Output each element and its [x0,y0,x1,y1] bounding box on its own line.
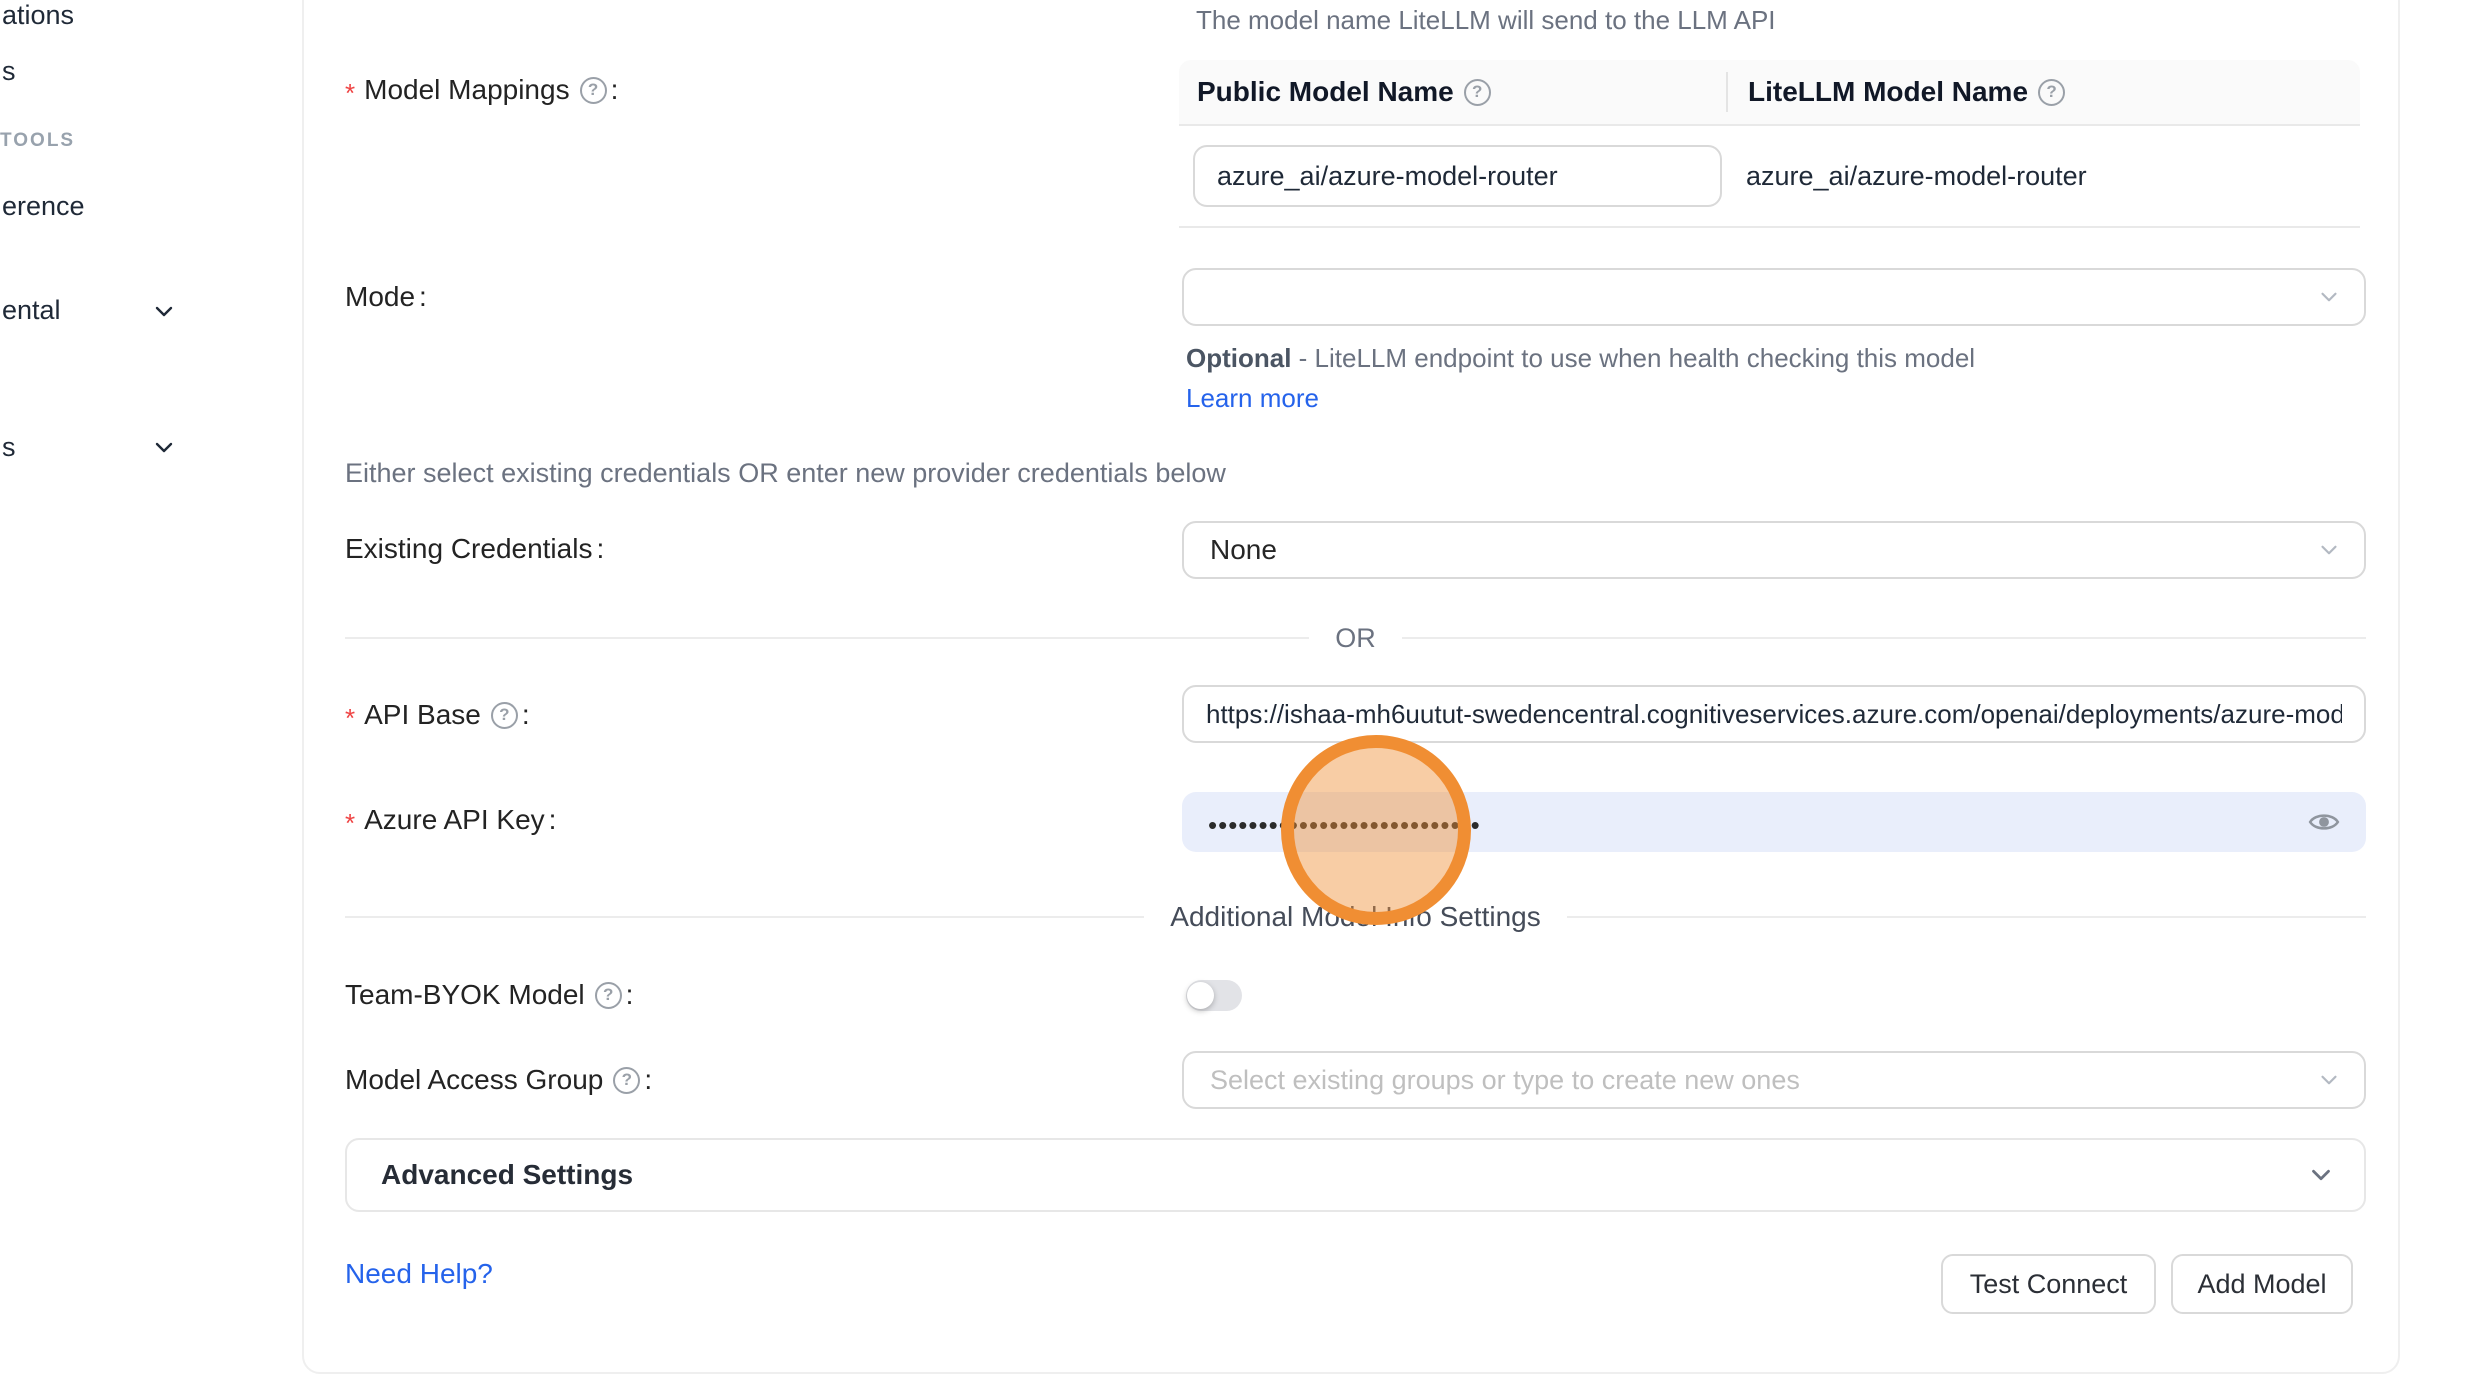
azure-api-key-label: * Azure API Key : [345,798,556,842]
sidebar-item-label: s [2,56,16,87]
credentials-note: Either select existing credentials OR en… [345,458,1226,489]
required-asterisk: * [345,802,355,839]
sidebar-item-label: s [2,432,16,463]
existing-credentials-select[interactable]: None [1182,521,2366,579]
model-mappings-label: * Model Mappings ? : [345,68,618,112]
password-masked-value: ••••••••••••••••••••••••••• [1208,804,1481,841]
chevron-down-icon [2316,537,2342,563]
test-connect-button[interactable]: Test Connect [1941,1254,2156,1314]
select-placeholder: Select existing groups or type to create… [1210,1065,1800,1096]
sidebar-item-settings[interactable]: s [2,432,16,463]
chevron-down-icon [2316,1067,2342,1093]
mode-help-text: Optional - LiteLLM endpoint to use when … [1186,338,2001,418]
question-circle-icon[interactable]: ? [491,702,518,729]
additional-settings-divider: Additional Model Info Settings [345,901,2366,933]
litellm-model-name-value: azure_ai/azure-model-router [1726,161,2360,192]
add-model-page: ations s TOOLS erence ental s The model … [0,0,2477,1385]
existing-credentials-label: Existing Credentials : [345,527,604,571]
sidebar-item-organizations[interactable]: ations [2,0,74,31]
model-access-group-label: Model Access Group ? : [345,1058,652,1102]
mode-label: Mode : [345,275,427,319]
chevron-down-icon [152,299,176,323]
sidebar: ations s TOOLS erence ental s [0,0,302,1385]
question-circle-icon[interactable]: ? [595,982,622,1009]
sidebar-item-experimental[interactable]: ental [2,295,61,326]
mode-select[interactable] [1182,268,2366,326]
question-circle-icon[interactable]: ? [2038,79,2065,106]
learn-more-link[interactable]: Learn more [1186,383,1319,413]
sidebar-item-label: ental [2,295,61,326]
required-asterisk: * [345,697,355,734]
add-model-button[interactable]: Add Model [2171,1254,2353,1314]
model-mappings-table-header: Public Model Name ? LiteLLM Model Name ? [1179,60,2360,126]
sidebar-section-tools: TOOLS [0,130,75,152]
advanced-settings-panel[interactable]: Advanced Settings [345,1138,2366,1212]
eye-icon[interactable] [2308,808,2340,836]
sidebar-section-label: TOOLS [0,130,75,151]
question-circle-icon[interactable]: ? [1464,79,1491,106]
api-base-input[interactable] [1182,685,2366,743]
public-model-name-input[interactable] [1193,145,1722,207]
question-circle-icon[interactable]: ? [613,1067,640,1094]
sidebar-item-label: erence [2,191,85,222]
team-byok-label: Team-BYOK Model ? : [345,973,633,1017]
chevron-down-icon [2306,1160,2336,1190]
litellm-model-name-helper: The model name LiteLLM will send to the … [1196,5,1776,36]
api-base-label: * API Base ? : [345,693,530,737]
chevron-down-icon [152,435,176,459]
need-help-link[interactable]: Need Help? [345,1258,493,1290]
table-row: azure_ai/azure-model-router [1179,126,2360,228]
litellm-model-name-header: LiteLLM Model Name ? [1726,72,2360,112]
model-mappings-table: Public Model Name ? LiteLLM Model Name ?… [1179,60,2360,228]
toggle-knob [1187,982,1214,1009]
model-access-group-select[interactable]: Select existing groups or type to create… [1182,1051,2366,1109]
sidebar-item-label: ations [2,0,74,31]
azure-api-key-input[interactable]: ••••••••••••••••••••••••••• [1182,792,2366,852]
sidebar-item-models[interactable]: s [2,56,16,87]
sidebar-item-inference[interactable]: erence [2,191,85,222]
public-model-name-header: Public Model Name ? [1179,76,1726,108]
required-asterisk: * [345,72,355,109]
advanced-settings-title: Advanced Settings [381,1159,633,1191]
question-circle-icon[interactable]: ? [580,77,607,104]
or-divider: OR [345,622,2366,654]
team-byok-toggle[interactable] [1186,980,1242,1011]
chevron-down-icon [2316,284,2342,310]
